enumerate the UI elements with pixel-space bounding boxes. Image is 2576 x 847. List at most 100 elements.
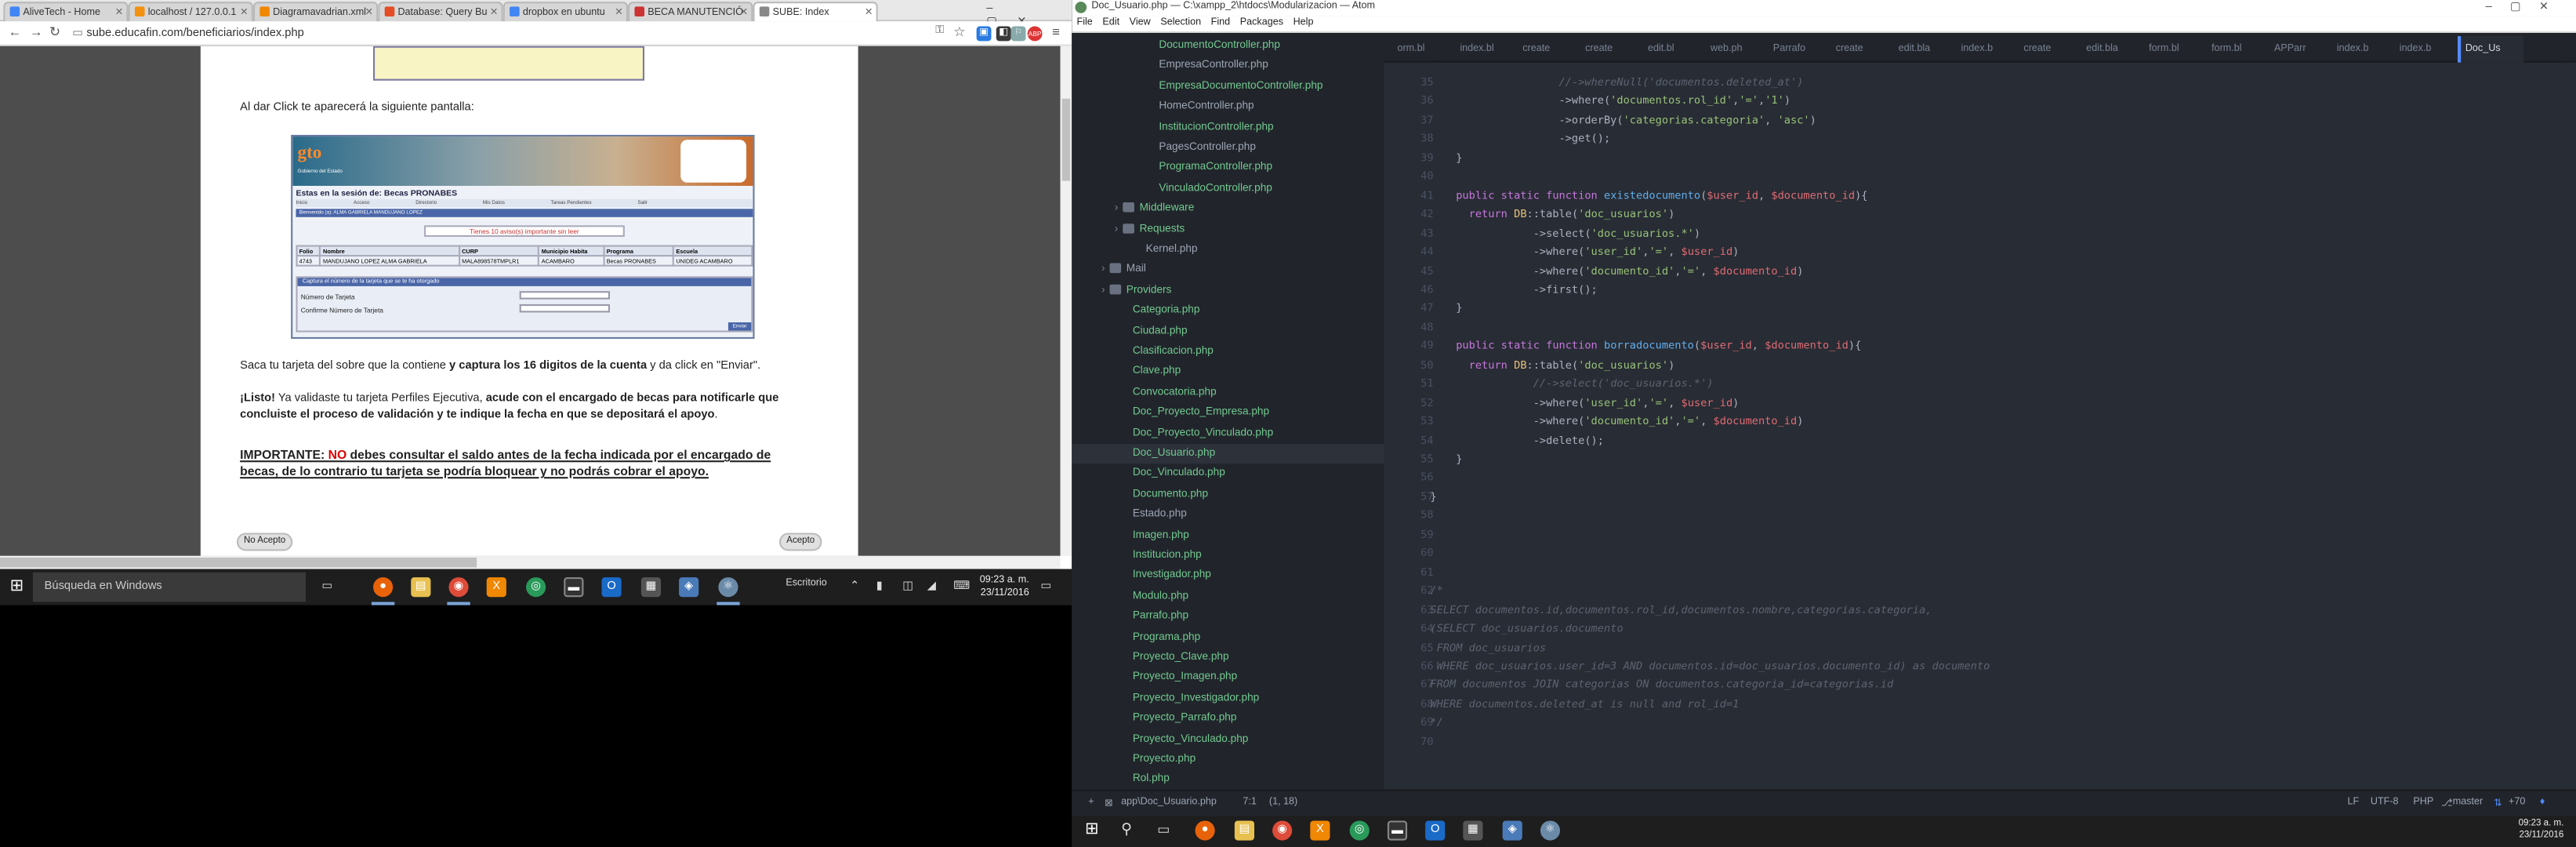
- editor-tab[interactable]: Doc_Us: [2457, 36, 2523, 63]
- chevron-right-icon[interactable]: ›: [1101, 264, 1105, 275]
- xampp-icon[interactable]: X: [486, 577, 506, 598]
- menu-item-file[interactable]: File: [1072, 16, 1098, 30]
- tree-folder[interactable]: › Requests: [1072, 220, 1185, 239]
- tree-file[interactable]: Parrafo.php: [1072, 607, 1188, 627]
- accept-button[interactable]: Acepto: [778, 533, 822, 551]
- tree-file[interactable]: Doc_Vinculado.php: [1072, 464, 1225, 484]
- tree-file[interactable]: Doc_Proyecto_Empresa.php: [1072, 403, 1269, 423]
- app-icon[interactable]: ◎: [526, 577, 546, 598]
- tree-file[interactable]: Imagen.php: [1072, 525, 1189, 545]
- task-view-icon[interactable]: ▭: [317, 577, 337, 597]
- tree-file[interactable]: Modulo.php: [1072, 587, 1188, 606]
- tree-file[interactable]: Clave.php: [1072, 362, 1181, 382]
- keyboard-icon[interactable]: ⌨: [953, 579, 970, 592]
- horizontal-scroll-thumb[interactable]: [0, 557, 477, 568]
- code-line[interactable]: //->select('doc_usuarios.*'): [1430, 376, 1714, 394]
- code-line[interactable]: /*: [1430, 583, 1442, 602]
- close-tab-icon[interactable]: ✕: [740, 6, 749, 18]
- cmd-icon-2[interactable]: ▬: [1387, 820, 1408, 841]
- code-line[interactable]: ->delete();: [1430, 432, 1604, 451]
- browser-tab[interactable]: Diagramavadrian.xml ✕: [252, 2, 379, 22]
- network-icon[interactable]: ◫: [902, 579, 913, 592]
- app3-icon[interactable]: ◈: [679, 577, 699, 598]
- editor-tab[interactable]: form.bl: [2207, 36, 2269, 63]
- chevron-right-icon[interactable]: ›: [1115, 202, 1119, 214]
- tree-file[interactable]: Doc_Usuario.php: [1072, 444, 1384, 464]
- code-line[interactable]: (SELECT doc_usuarios.documento: [1430, 620, 1623, 639]
- code-line[interactable]: ->first();: [1430, 281, 1598, 300]
- tree-file[interactable]: Ciudad.php: [1072, 322, 1188, 341]
- tree-file[interactable]: Proyecto_Vinculado.php: [1072, 729, 1249, 749]
- code-line[interactable]: ->orderBy('categorias.categoria', 'asc'): [1430, 111, 1816, 130]
- tree-folder[interactable]: › Mail: [1072, 260, 1146, 280]
- tree-file[interactable]: Kernel.php: [1072, 240, 1198, 260]
- editor-tab[interactable]: APParr: [2269, 36, 2332, 63]
- tree-file[interactable]: Proyecto_Imagen.php: [1072, 668, 1237, 688]
- tree-file[interactable]: DocumentoController.php: [1072, 36, 1280, 56]
- code-line[interactable]: //->whereNull('documentos.deleted_at'): [1430, 74, 1804, 93]
- tree-folder[interactable]: › Middleware: [1072, 199, 1194, 219]
- status-add-icon[interactable]: +: [1088, 798, 1094, 808]
- file-explorer-icon[interactable]: ▤: [411, 577, 431, 598]
- browser-tab[interactable]: Database: Query Bu ✕: [378, 2, 503, 22]
- chrome-icon-2[interactable]: ◉: [1272, 820, 1293, 841]
- xampp-icon-2[interactable]: X: [1310, 820, 1330, 841]
- code-line[interactable]: WHERE doc_usuarios.user_id=3 AND documen…: [1430, 658, 1990, 677]
- tree-file[interactable]: Proyecto.php: [1072, 750, 1195, 769]
- browser-tab[interactable]: BECA MANUTENCIÓ ✕: [628, 2, 753, 22]
- url-input[interactable]: ▭ sube.educafin.com/beneficiarios/index.p…: [59, 24, 913, 42]
- tree-file[interactable]: EmpresaController.php: [1072, 56, 1268, 76]
- editor-tab[interactable]: edit.bla: [1893, 36, 1956, 63]
- status-eol[interactable]: LF: [2348, 798, 2360, 808]
- tree-file[interactable]: Clasificacion.php: [1072, 342, 1214, 362]
- code-line[interactable]: WHERE documentos.deleted_at is null and …: [1430, 696, 1739, 714]
- tree-file[interactable]: Programa.php: [1072, 627, 1200, 647]
- outlook-icon[interactable]: O: [601, 577, 622, 598]
- wifi-icon[interactable]: ◢: [927, 579, 936, 592]
- close-tab-icon[interactable]: ✕: [115, 6, 124, 18]
- code-line[interactable]: FROM documentos JOIN categorias ON docum…: [1430, 677, 1893, 696]
- firefox-icon-2[interactable]: ●: [1195, 820, 1215, 841]
- menu-item-view[interactable]: View: [1124, 16, 1156, 30]
- taskbar-clock[interactable]: 09:23 a. m. 23/11/2016: [980, 574, 1029, 601]
- code-line[interactable]: }: [1430, 489, 1436, 507]
- back-icon[interactable]: ←: [8, 24, 21, 39]
- menu-item-find[interactable]: Find: [1206, 16, 1235, 30]
- adblock-icon[interactable]: ABP: [1027, 26, 1043, 42]
- editor-tab[interactable]: create: [2019, 36, 2081, 63]
- desktop-toolbar-label[interactable]: Escritorio: [785, 579, 826, 589]
- menu-item-selection[interactable]: Selection: [1156, 16, 1206, 30]
- battery-icon[interactable]: ▮: [876, 579, 883, 592]
- code-line[interactable]: ->where('user_id','=', $user_id): [1430, 394, 1740, 413]
- tree-file[interactable]: Proyecto_Investigador.php: [1072, 689, 1259, 708]
- code-line[interactable]: public static function borradocumento($u…: [1430, 338, 1861, 357]
- taskbar-clock-2[interactable]: 09:23 a. m. 23/11/2016: [2519, 819, 2564, 842]
- code-line[interactable]: }: [1430, 149, 1462, 168]
- extension-icon[interactable]: ◧: [996, 26, 1011, 42]
- editor-tab[interactable]: create: [1830, 36, 1893, 63]
- status-grammar[interactable]: PHP: [2413, 798, 2433, 808]
- extension-save-icon[interactable]: ▣: [976, 26, 992, 42]
- app2-icon[interactable]: ▦: [640, 577, 661, 598]
- menu-item-edit[interactable]: Edit: [1098, 16, 1124, 30]
- browser-tab[interactable]: SUBE: Index ✕: [753, 2, 878, 22]
- tree-file[interactable]: VinculadoController.php: [1072, 179, 1272, 198]
- code-line[interactable]: return DB::table('doc_usuarios'): [1430, 357, 1675, 376]
- code-line[interactable]: ->where('documento_id','=', $documento_i…: [1430, 262, 1804, 281]
- tree-file[interactable]: InstitucionController.php: [1072, 118, 1273, 137]
- tree-file[interactable]: ProgramaController.php: [1072, 158, 1272, 178]
- code-line[interactable]: ->where('user_id','=', $user_id): [1430, 243, 1740, 262]
- tree-file[interactable]: PagesController.php: [1072, 138, 1256, 158]
- windows-start-icon[interactable]: ⊞: [10, 577, 24, 595]
- tree-file[interactable]: HomeController.php: [1072, 97, 1254, 117]
- atom-icon-2[interactable]: ⚛: [1540, 820, 1561, 841]
- chevron-right-icon[interactable]: ›: [1101, 284, 1105, 296]
- tree-file[interactable]: Doc_Proyecto_Vinculado.php: [1072, 424, 1273, 443]
- status-path[interactable]: app\Doc_Usuario.php: [1121, 798, 1217, 808]
- editor-tab[interactable]: index.bl: [1455, 36, 1518, 63]
- tree-file[interactable]: Convocatoria.php: [1072, 383, 1217, 402]
- code-line[interactable]: public static function existedocumento($…: [1430, 187, 1867, 205]
- editor-tab[interactable]: Parrafo: [1769, 36, 1831, 63]
- atom-icon[interactable]: ⚛: [718, 577, 738, 598]
- tree-file[interactable]: Categoria.php: [1072, 301, 1200, 321]
